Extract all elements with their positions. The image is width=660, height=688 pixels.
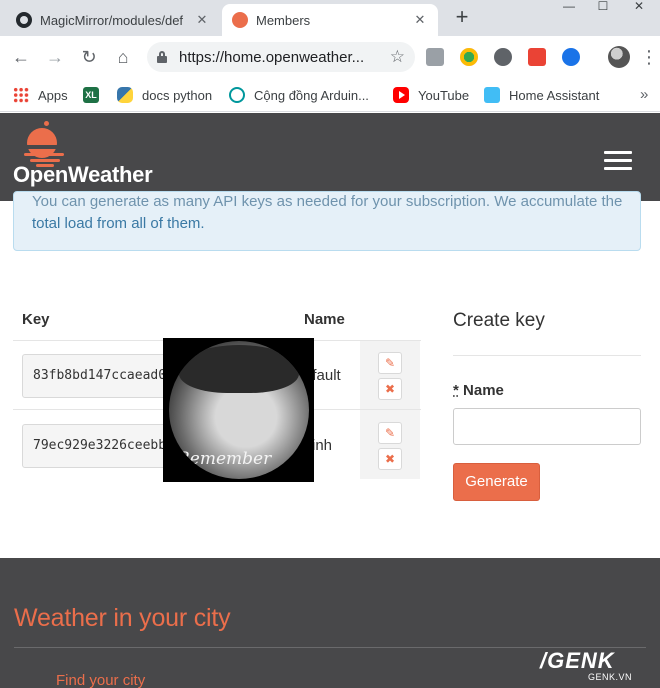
bookmark-arduino[interactable]: Cộng đồng Arduin... [229, 86, 369, 104]
generate-button[interactable]: Generate [453, 463, 540, 501]
new-tab-button[interactable]: + [450, 6, 474, 30]
tab-magicmirror[interactable]: MagicMirror/modules/def ✕ [6, 4, 220, 36]
overlay-caption: Remember [177, 449, 272, 469]
back-button[interactable]: ← [8, 44, 34, 70]
api-key-field[interactable]: 79ec929e3226ceebb [22, 424, 182, 468]
openweather-favicon [232, 12, 248, 28]
youtube-icon [393, 87, 409, 103]
close-icon[interactable]: ✕ [412, 12, 428, 28]
find-your-city-link[interactable]: Find your city [56, 672, 145, 688]
name-label-text: Name [463, 382, 504, 399]
window-close-button[interactable]: ✕ [622, 0, 656, 14]
bookmarks-bar: Apps XL docs python Cộng đồng Arduin... … [0, 78, 660, 112]
bookmark-label: Home Assistant [509, 87, 600, 103]
arduino-icon [229, 87, 245, 103]
footer-title: Weather in your city [14, 604, 231, 632]
tab-title: Members [256, 12, 311, 28]
bookmark-home-assistant[interactable]: Home Assistant [484, 86, 599, 104]
extension-icon[interactable] [562, 48, 580, 66]
home-button[interactable]: ⌂ [110, 44, 136, 70]
create-key-title: Create key [453, 310, 545, 331]
bookmark-label: Apps [38, 87, 68, 103]
table-header-name: Name [304, 311, 345, 328]
bookmark-docs-python[interactable]: docs python [117, 86, 212, 104]
excel-icon: XL [83, 87, 99, 103]
bookmark-label: Cộng đồng Arduin... [254, 87, 369, 103]
extension-icon[interactable] [494, 48, 512, 66]
extension-icon[interactable] [460, 48, 478, 66]
profile-avatar[interactable] [608, 46, 630, 68]
required-star: * [453, 382, 459, 399]
tab-strip: MagicMirror/modules/def ✕ Members ✕ + — … [0, 0, 660, 36]
edit-key-button[interactable]: ✎ [378, 422, 402, 444]
bookmark-label: YouTube [418, 87, 470, 103]
tab-title: MagicMirror/modules/def [40, 12, 184, 28]
key-name-input[interactable] [453, 408, 641, 445]
create-key-divider [453, 355, 641, 356]
key-name: inh [312, 437, 333, 454]
menu-kebab-icon[interactable]: ⋮ [640, 46, 658, 68]
overlay-photo: Remember [163, 338, 314, 482]
bookmark-apps[interactable]: Apps [13, 86, 68, 104]
screen: MagicMirror/modules/def ✕ Members ✕ + — … [0, 0, 660, 688]
portrait-image: Remember [169, 341, 309, 479]
github-icon [16, 12, 32, 28]
extension-icon[interactable] [426, 48, 444, 66]
browser-toolbar: ← → ↻ ⌂ https://home.openweather... ☆ ⋮ [0, 36, 660, 78]
name-label: * Name [453, 382, 504, 399]
address-bar[interactable]: https://home.openweather... ☆ [147, 42, 415, 72]
apps-grid-icon [13, 87, 29, 103]
minimize-button[interactable]: — [552, 0, 586, 14]
table-header-key: Key [22, 311, 50, 328]
reload-button[interactable]: ↻ [76, 44, 102, 70]
home-assistant-icon [484, 87, 500, 103]
tab-members[interactable]: Members ✕ [222, 4, 438, 36]
python-icon [117, 87, 133, 103]
delete-key-button[interactable]: ✖ [378, 448, 402, 470]
logo-text[interactable]: OpenWeather [13, 162, 153, 188]
genk-watermark: /GENK GENK.VN [540, 648, 652, 682]
lock-icon[interactable] [157, 51, 167, 63]
hamburger-menu-icon[interactable] [604, 151, 632, 171]
edit-key-button[interactable]: ✎ [378, 352, 402, 374]
maximize-button[interactable]: ☐ [586, 0, 620, 14]
close-icon[interactable]: ✕ [194, 12, 210, 28]
bookmark-label: docs python [142, 87, 213, 103]
portrait-hair [179, 345, 299, 393]
bookmark-star-icon[interactable]: ☆ [390, 47, 405, 67]
site-footer: Weather in your city /GENK GENK.VN [0, 558, 660, 688]
forward-button[interactable]: → [42, 44, 68, 70]
extension-icon[interactable] [528, 48, 546, 66]
bookmark-youtube[interactable]: YouTube [393, 86, 469, 104]
openweather-logo-icon[interactable] [20, 127, 68, 167]
alert-text-line1: You can generate as many API keys as nee… [32, 193, 623, 210]
bookmark-excel[interactable]: XL [83, 86, 108, 104]
watermark-brand: /GENK [540, 648, 615, 673]
bullet-icon [44, 121, 49, 126]
info-alert: You can generate as many API keys as nee… [13, 191, 641, 251]
watermark-domain: GENK.VN [588, 672, 633, 682]
more-bookmarks-icon[interactable]: » [640, 86, 648, 103]
delete-key-button[interactable]: ✖ [378, 378, 402, 400]
alert-text-line2: total load from all of them. [32, 215, 205, 232]
api-key-field[interactable]: 83fb8bd147ccaead0 [22, 354, 182, 398]
url-text[interactable]: https://home.openweather... [179, 49, 384, 66]
